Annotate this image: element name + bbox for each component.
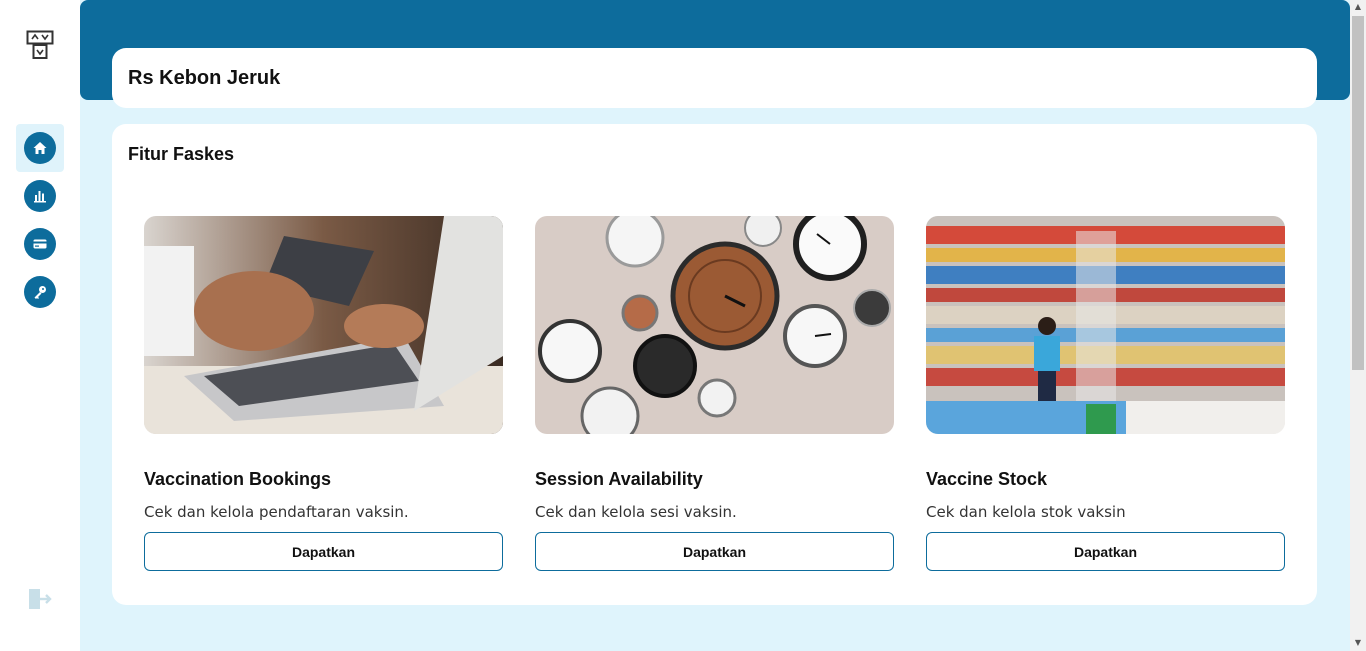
facility-name: Rs Kebon Jeruk [128,66,281,89]
nav-settings-button[interactable] [24,276,56,308]
logout-icon [29,589,52,609]
feature-card-vaccine-stock: Vaccine Stock Cek dan kelola stok vaksin… [926,216,1285,571]
get-session-availability-button[interactable]: Dapatkan [535,532,894,571]
app-logo-icon[interactable] [26,30,54,60]
card-description: Cek dan kelola sesi vaksin. [535,503,737,521]
main-content: Rs Kebon Jeruk Fitur Faskes Vaccination … [80,0,1350,651]
logout-button[interactable] [26,586,54,612]
card-title: Vaccination Bookings [144,469,332,489]
nav-home-button[interactable] [24,132,56,164]
features-panel: Fitur Faskes Vaccination Bookings Cek da… [112,124,1317,605]
card-description: Cek dan kelola stok vaksin [926,503,1126,521]
chart-icon [34,191,46,203]
get-vaccine-stock-button[interactable]: Dapatkan [926,532,1285,571]
scroll-down-arrow-icon[interactable]: ▼ [1352,636,1364,650]
key-icon [34,286,46,299]
facility-header-card: Rs Kebon Jeruk [112,48,1317,108]
wall-clocks-image [535,216,894,434]
scroll-up-arrow-icon[interactable]: ▲ [1352,0,1364,14]
scrollbar-thumb[interactable] [1352,16,1364,370]
feature-card-session-availability: Session Availability Cek dan kelola sesi… [535,216,894,571]
get-vaccination-bookings-button[interactable]: Dapatkan [144,532,503,571]
home-icon [33,142,47,154]
sidebar [0,0,80,651]
panel-title: Fitur Faskes [128,144,235,164]
laptop-payment-image [144,216,503,434]
card-icon [33,239,47,249]
supermarket-shelves-image [926,216,1285,434]
card-description: Cek dan kelola pendaftaran vaksin. [144,503,409,521]
card-title: Vaccine Stock [926,469,1048,489]
card-title: Session Availability [535,469,703,489]
nav-payment-button[interactable] [24,228,56,260]
nav-statistics-button[interactable] [24,180,56,212]
feature-card-vaccination-bookings: Vaccination Bookings Cek dan kelola pend… [144,216,503,571]
